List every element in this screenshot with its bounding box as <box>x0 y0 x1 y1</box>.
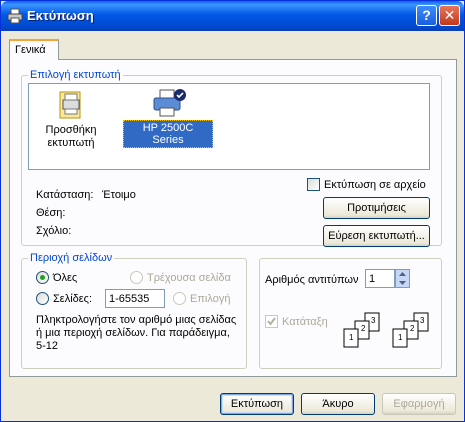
printer-item-label: Προσθήκη εκτυπωτή <box>45 124 97 149</box>
svg-text:1: 1 <box>398 333 403 342</box>
collate-pages-icon: 3 2 1 <box>392 312 429 348</box>
printer-icon <box>7 8 23 24</box>
tab-general[interactable]: Γενικά <box>9 39 59 60</box>
print-dialog: Εκτύπωση ? ✕ Γενικά Επιλογή εκτυπωτή Προ… <box>0 0 465 422</box>
printer-list[interactable]: Προσθήκη εκτυπωτή HP 2500C Series <box>28 83 430 170</box>
close-icon: ✕ <box>443 7 456 23</box>
window-title: Εκτύπωση <box>27 8 94 23</box>
add-printer-icon <box>59 91 81 119</box>
status-value: Έτοιμο <box>102 189 136 201</box>
close-button[interactable]: ✕ <box>439 5 460 26</box>
group-label: Επιλογή εκτυπωτή <box>28 69 123 81</box>
all-pages-radio[interactable] <box>36 271 49 284</box>
help-text-line: Πληκτρολογήστε τον αριθμό μιας σελίδας <box>36 314 237 326</box>
print-to-file-label: Εκτύπωση σε αρχείο <box>324 179 426 191</box>
selection-label: Επιλογή <box>190 293 231 305</box>
printer-item-label: HP 2500C Series <box>123 120 213 148</box>
printer-item-add[interactable]: Προσθήκη εκτυπωτή <box>41 90 101 150</box>
page-range-help-text: Πληκτρολογήστε τον αριθμό μιας σελίδας ή… <box>36 314 236 353</box>
pages-label: Σελίδες: <box>53 293 93 305</box>
comment-label: Σχόλιο: <box>36 225 72 237</box>
help-text-line: ή μια περιοχή σελίδων. Για παράδειγμα, <box>36 327 230 339</box>
preferences-button[interactable]: Προτιμήσεις <box>323 197 430 219</box>
radio-selected-dot <box>40 275 45 280</box>
collate-label: Κατάταξη <box>282 316 328 328</box>
tab-label: Γενικά <box>15 44 46 56</box>
current-page-radio[interactable] <box>130 271 143 284</box>
all-pages-label: Όλες <box>53 272 78 284</box>
status-label: Κατάσταση: <box>36 189 94 201</box>
collate-pages-icon: 3 2 1 <box>343 312 380 348</box>
help-text-line: 5-12 <box>36 340 59 352</box>
copies-count-input[interactable] <box>365 269 395 288</box>
spinner-up-icon[interactable] <box>396 270 409 278</box>
button-label: Εκτύπωση <box>230 398 284 410</box>
current-page-label: Τρέχουσα σελίδα <box>147 272 231 284</box>
copies-spinner[interactable] <box>395 269 410 288</box>
copies-count-label: Αριθμός αντιτύπων <box>265 274 359 286</box>
printer-icon <box>153 89 186 117</box>
button-label: Εφαρμογή <box>393 398 445 410</box>
selection-radio[interactable] <box>173 292 186 305</box>
group-label: Περιοχή σελίδων <box>28 252 115 264</box>
svg-text:1: 1 <box>349 333 354 342</box>
svg-text:2: 2 <box>410 324 415 333</box>
button-label: Προτιμήσεις <box>347 202 406 214</box>
spinner-down-icon[interactable] <box>396 279 409 287</box>
checkmark-icon <box>267 317 276 326</box>
apply-button[interactable]: Εφαρμογή <box>382 393 456 415</box>
svg-text:3: 3 <box>371 316 376 325</box>
svg-text:3: 3 <box>420 316 425 325</box>
find-printer-button[interactable]: Εύρεση εκτυπωτή... <box>323 225 430 247</box>
button-label: Εύρεση εκτυπωτή... <box>328 230 425 242</box>
print-to-file-checkbox[interactable] <box>307 178 320 191</box>
collate-checkbox[interactable] <box>265 315 278 328</box>
help-icon: ? <box>422 7 431 23</box>
print-button[interactable]: Εκτύπωση <box>220 393 294 415</box>
cancel-button[interactable]: Άκυρο <box>301 393 375 415</box>
location-label: Θέση: <box>36 207 66 219</box>
pages-radio[interactable] <box>36 292 49 305</box>
help-button[interactable]: ? <box>416 5 437 26</box>
svg-text:2: 2 <box>361 324 366 333</box>
printer-item-hp-2500c[interactable]: HP 2500C Series <box>123 88 213 148</box>
title-bar[interactable]: Εκτύπωση ? ✕ <box>1 1 464 31</box>
button-label: Άκυρο <box>322 398 354 410</box>
pages-input[interactable] <box>105 289 165 308</box>
